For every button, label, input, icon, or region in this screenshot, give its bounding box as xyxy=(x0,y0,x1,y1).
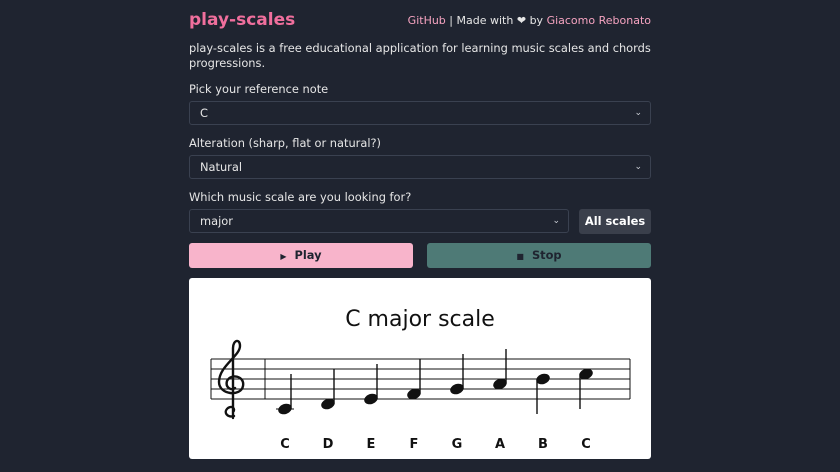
chevron-down-icon: ⌄ xyxy=(634,162,642,172)
score-title: C major scale xyxy=(345,307,495,332)
sheet-music: C major scale C D E F G A B C xyxy=(210,307,631,452)
note-c xyxy=(579,368,593,409)
scale-select-value: major xyxy=(200,214,233,228)
note-f xyxy=(407,359,421,400)
play-button[interactable]: ▶ Play xyxy=(189,243,413,268)
note-select[interactable]: C ⌄ xyxy=(189,101,651,125)
made-with-text: Made with xyxy=(456,14,514,27)
by-text: by xyxy=(529,14,544,27)
note-label-d: D xyxy=(323,437,334,452)
author-link[interactable]: Giacomo Rebonato xyxy=(547,14,651,27)
note-e xyxy=(364,364,378,405)
note-label: Pick your reference note xyxy=(189,82,329,96)
play-label: Play xyxy=(294,248,322,262)
chevron-down-icon: ⌄ xyxy=(634,108,642,118)
stop-icon: ■ xyxy=(516,252,524,261)
score-card: C major scale C D E F G A B C xyxy=(189,278,651,459)
note-label-g: G xyxy=(452,437,463,452)
stop-button[interactable]: ■ Stop xyxy=(427,243,651,268)
scale-label: Which music scale are you looking for? xyxy=(189,190,412,204)
header-links: GitHub | Made with ❤ by Giacomo Rebonato xyxy=(408,14,651,27)
header: play-scales GitHub | Made with ❤ by Giac… xyxy=(189,10,651,32)
github-link[interactable]: GitHub xyxy=(408,14,446,27)
note-a xyxy=(493,349,507,390)
all-scales-button[interactable]: All scales xyxy=(579,209,651,234)
alteration-select[interactable]: Natural ⌄ xyxy=(189,155,651,179)
note-labels: CDEFGABC xyxy=(280,437,591,452)
note-label-e: E xyxy=(367,437,376,452)
stop-label: Stop xyxy=(531,248,562,262)
intro-text: play-scales is a free educational applic… xyxy=(189,41,651,70)
note-label-c: C xyxy=(581,437,591,452)
note-c xyxy=(276,374,294,415)
note-select-value: C xyxy=(200,106,208,120)
note-label-c: C xyxy=(280,437,290,452)
heart-icon: ❤ xyxy=(516,14,527,27)
alteration-select-value: Natural xyxy=(200,160,243,174)
note-label-f: F xyxy=(410,437,419,452)
note-b xyxy=(536,373,550,414)
note-g xyxy=(450,354,464,395)
scale-select[interactable]: major ⌄ xyxy=(189,209,569,233)
note-d xyxy=(321,369,335,410)
note-label-a: A xyxy=(495,437,505,452)
chevron-down-icon: ⌄ xyxy=(552,216,560,226)
brand-title[interactable]: play-scales xyxy=(189,10,295,30)
note-label-b: B xyxy=(538,437,548,452)
play-icon: ▶ xyxy=(280,252,287,261)
separator: | xyxy=(449,14,454,27)
alteration-label: Alteration (sharp, flat or natural?) xyxy=(189,136,381,150)
